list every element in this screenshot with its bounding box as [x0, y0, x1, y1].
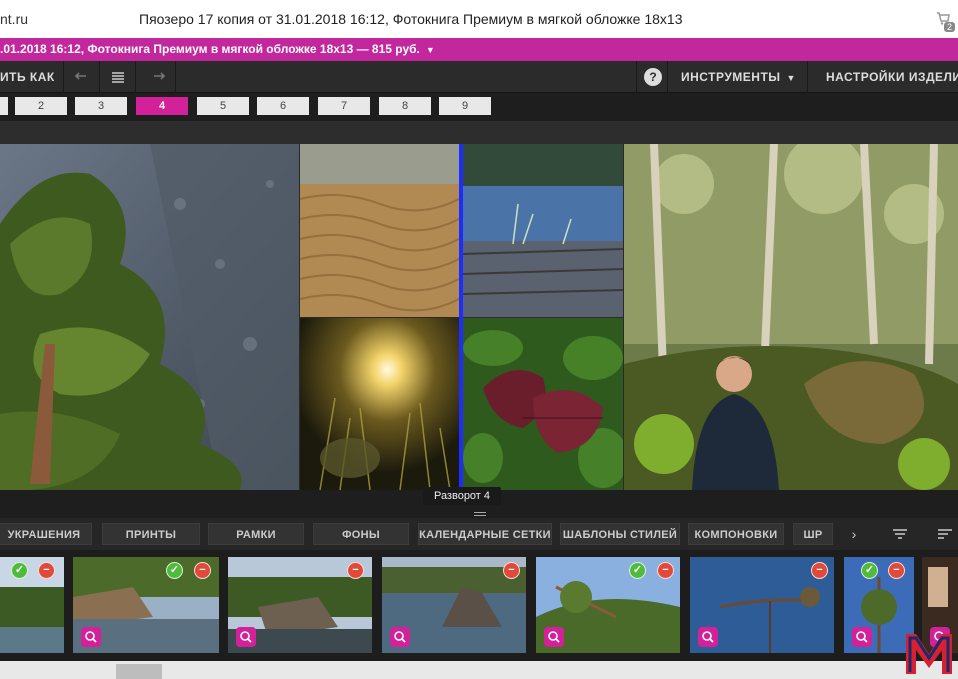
photo-man-forest[interactable] [624, 144, 958, 490]
photo-lake-reeds[interactable] [463, 144, 623, 317]
help-icon: ? [644, 68, 662, 86]
category-tabs: УКРАШЕНИЯ ПРИНТЫ РАМКИ ФОНЫ КАЛЕНДАРНЫЕ … [0, 518, 958, 550]
caret-down-icon: ▼ [425, 45, 435, 55]
chevron-right-icon[interactable]: › [843, 523, 865, 545]
page-tab-6[interactable]: 6 [257, 97, 309, 115]
page-tab-9[interactable]: 9 [439, 97, 491, 115]
zoom-in-icon[interactable] [236, 627, 256, 647]
used-check-icon: ✓ [166, 562, 183, 579]
resize-handle[interactable] [474, 512, 486, 516]
caret-down-icon: ▼ [786, 73, 796, 83]
category-style-templates[interactable]: ШАБЛОНЫ СТИЛЕЙ [560, 523, 680, 545]
horizontal-scrollbar[interactable] [0, 661, 958, 679]
page-tab-8[interactable]: 8 [379, 97, 431, 115]
brand-logo-icon [902, 628, 956, 676]
category-backgrounds[interactable]: ФОНЫ [313, 523, 409, 545]
used-check-icon: ✓ [629, 562, 646, 579]
page-tab-2[interactable]: 2 [15, 97, 67, 115]
category-frames[interactable]: РАМКИ [208, 523, 304, 545]
product-summary: .01.2018 16:12, Фотокнига Премиум в мягк… [0, 42, 435, 56]
product-bar[interactable]: .01.2018 16:12, Фотокнига Премиум в мягк… [0, 38, 958, 61]
page-tabs: 2 3 4 5 6 7 8 9 [0, 93, 958, 121]
zoom-in-icon[interactable] [390, 627, 410, 647]
spread-label: Разворот 4 [423, 487, 501, 505]
toolbar: ИТЬ КАК ? ИНСТРУМЕНТЫ ▼ НАСТРОЙКИ ИЗДЕЛИЯ [0, 61, 958, 93]
remove-photo-icon[interactable]: − [347, 562, 364, 579]
photo-sunset-grass[interactable] [300, 318, 459, 490]
category-calendar-grids[interactable]: КАЛЕНДАРНЫЕ СЕТКИ [418, 523, 552, 545]
remove-photo-icon[interactable]: − [657, 562, 674, 579]
photo-red-leaves[interactable] [463, 318, 623, 490]
cart-icon[interactable]: 2 [935, 10, 955, 32]
category-layouts[interactable]: КОМПОНОВКИ [688, 523, 784, 545]
thumbnail-lake-rocks[interactable]: − [382, 557, 526, 653]
page-tab-7[interactable]: 7 [318, 97, 370, 115]
remove-photo-icon[interactable]: − [38, 562, 55, 579]
thumbnail-pine-silhouette[interactable]: − [690, 557, 834, 653]
category-fonts[interactable]: ШР [793, 523, 833, 545]
category-prints[interactable]: ПРИНТЫ [102, 523, 200, 545]
canvas-ruler [0, 121, 958, 144]
remove-photo-icon[interactable]: − [503, 562, 520, 579]
photo-pine-tree[interactable] [0, 144, 299, 490]
tools-menu-button[interactable]: ИНСТРУМЕНТЫ ▼ [668, 61, 808, 93]
sort-icon[interactable] [930, 523, 958, 545]
page-tab-4[interactable]: 4 [136, 97, 188, 115]
thumbnail-rocky-cliff[interactable]: − [228, 557, 372, 653]
tools-label: ИНСТРУМЕНТЫ [681, 70, 781, 84]
remove-photo-icon[interactable]: − [811, 562, 828, 579]
title-bar: nt.ru Пяозеро 17 копия от 31.01.2018 16:… [0, 0, 958, 38]
help-button[interactable]: ? [636, 61, 668, 93]
page-tab-5[interactable]: 5 [197, 97, 249, 115]
cart-badge: 2 [943, 22, 955, 32]
zoom-in-icon[interactable] [852, 627, 872, 647]
thumbnail-pine-branch[interactable]: ✓ − [536, 557, 680, 653]
thumbnail-rock-lake[interactable]: ✓ − [73, 557, 219, 653]
zoom-in-icon[interactable] [544, 627, 564, 647]
used-check-icon: ✓ [861, 562, 878, 579]
photobook-editor: { "window": { "site": "nt.ru", "title": … [0, 0, 958, 679]
site-name: nt.ru [0, 11, 29, 27]
thumbnail-forest-shore[interactable]: ✓ − [0, 557, 64, 653]
photo-thumbnail-strip: ✓ − ✓ − − − ✓ − − ✓ − [0, 550, 958, 661]
photo-sand-ripples[interactable] [300, 144, 459, 317]
page-tab-1[interactable] [0, 97, 8, 115]
scrollbar-thumb[interactable] [116, 664, 162, 679]
category-decorations[interactable]: УКРАШЕНИЯ [0, 523, 92, 545]
page-tab-3[interactable]: 3 [75, 97, 127, 115]
zoom-in-icon[interactable] [81, 627, 101, 647]
filter-icon[interactable] [885, 523, 915, 545]
list-icon[interactable] [100, 61, 136, 93]
save-as-button[interactable]: ИТЬ КАК [0, 61, 64, 93]
used-check-icon: ✓ [11, 562, 28, 579]
remove-photo-icon[interactable]: − [888, 562, 905, 579]
undo-icon[interactable] [64, 61, 100, 93]
redo-icon[interactable] [140, 61, 176, 93]
spread-canvas[interactable] [0, 144, 958, 490]
zoom-in-icon[interactable] [698, 627, 718, 647]
remove-photo-icon[interactable]: − [194, 562, 211, 579]
document-title: Пяозеро 17 копия от 31.01.2018 16:12, Фо… [139, 11, 683, 27]
product-settings-button[interactable]: НАСТРОЙКИ ИЗДЕЛИЯ [814, 61, 958, 93]
